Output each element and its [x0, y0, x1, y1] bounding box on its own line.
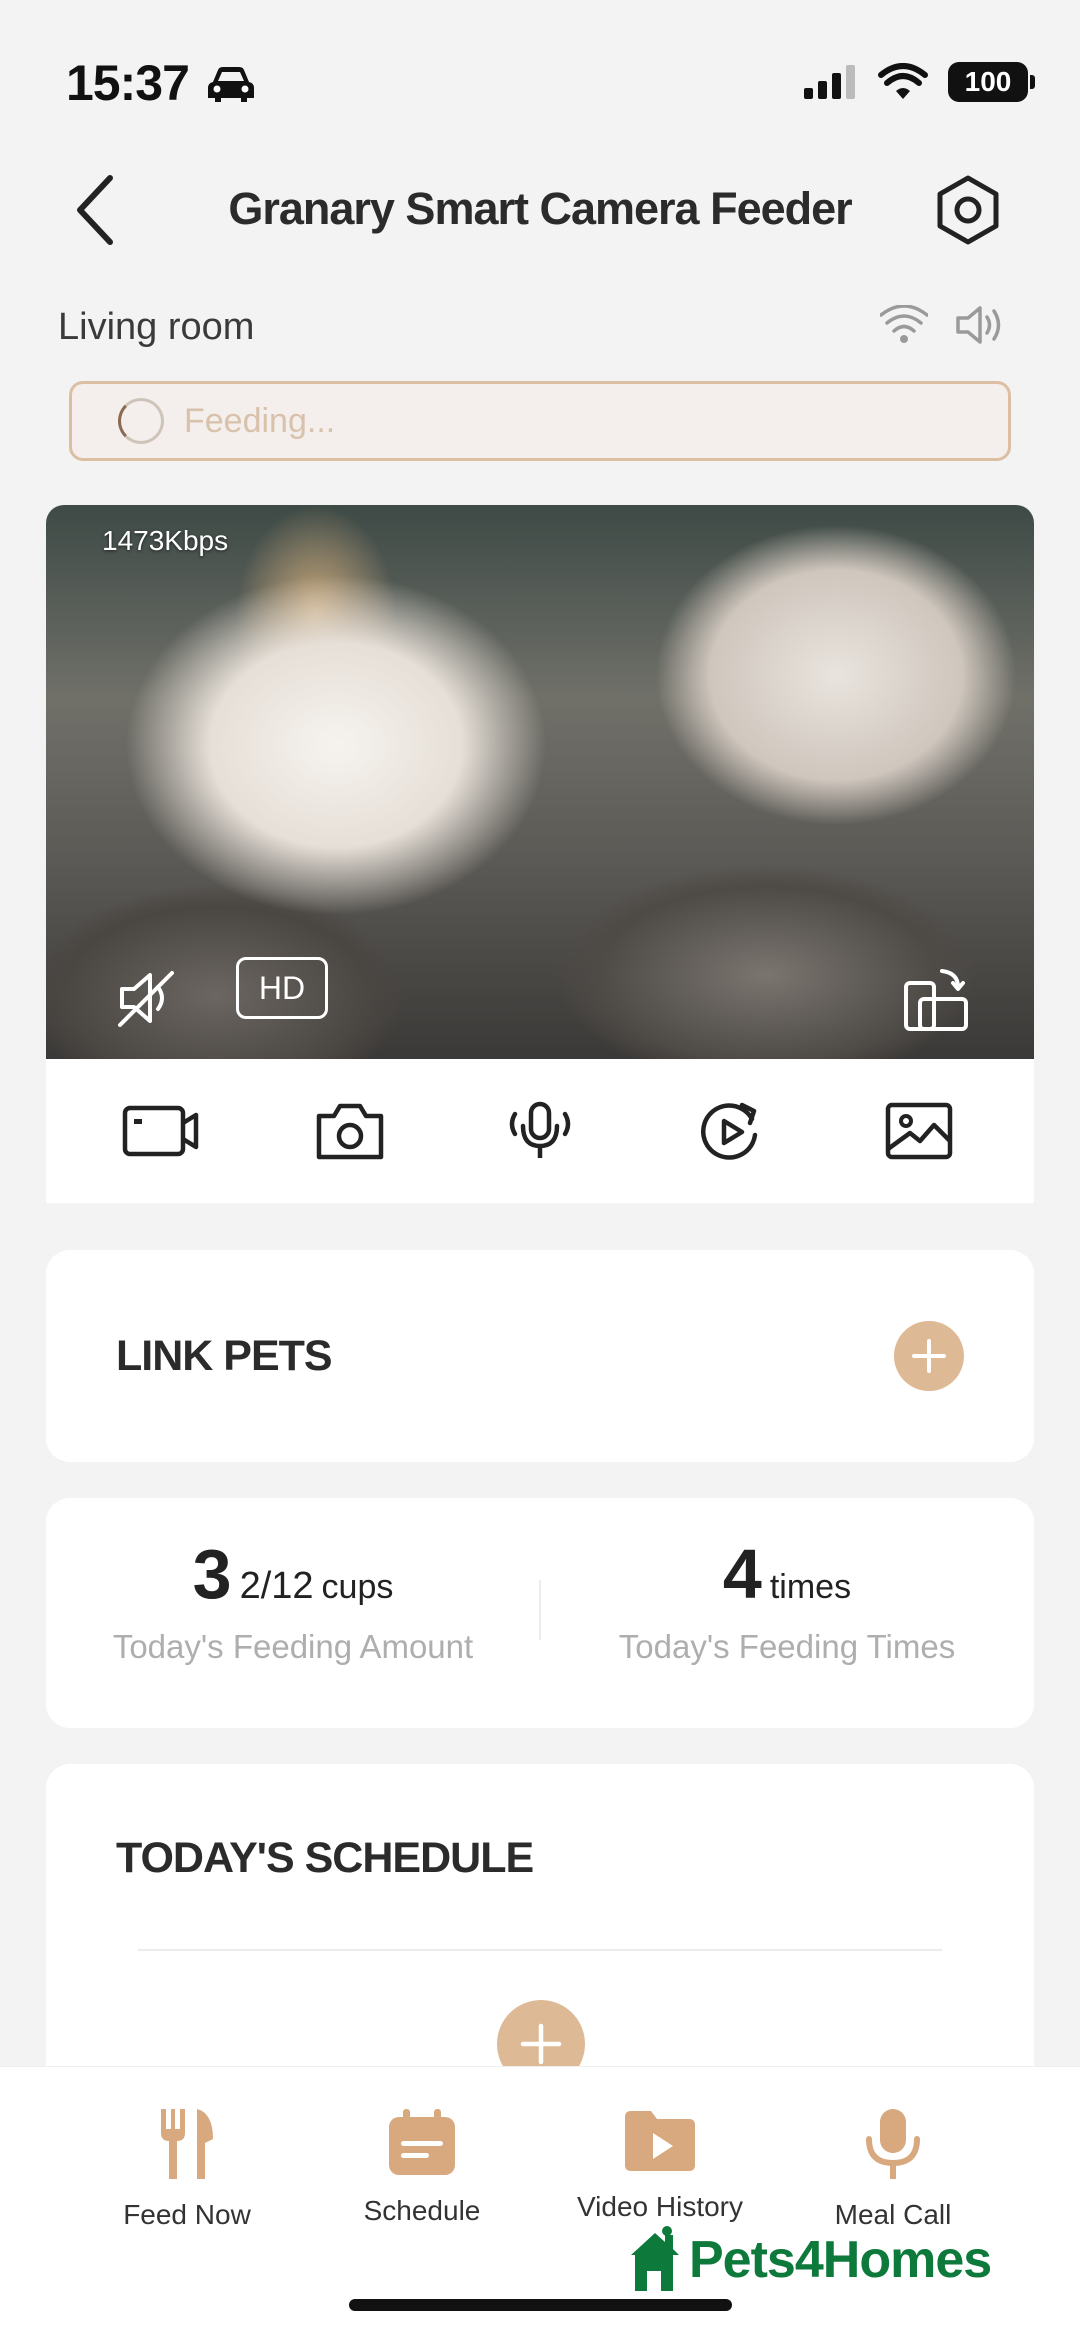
speaker-muted-icon [118, 971, 174, 1027]
calendar-icon [389, 2109, 455, 2175]
back-button[interactable] [66, 172, 126, 248]
playback-button[interactable] [689, 1090, 771, 1172]
home-indicator[interactable] [349, 2299, 732, 2311]
wifi-icon [880, 305, 928, 343]
schedule-card: TODAY'S SCHEDULE [46, 1764, 1034, 2094]
rotate-screen-button[interactable] [900, 965, 972, 1037]
replay-icon [700, 1102, 757, 1160]
times-unit: times [769, 1568, 852, 1606]
video-mute-button[interactable] [114, 965, 180, 1031]
settings-button[interactable] [930, 172, 1006, 248]
feeding-times-stat: 4 times Today's Feeding Times [540, 1534, 1034, 1666]
schedule-title: TODAY'S SCHEDULE [116, 1834, 534, 1882]
microphone-icon [866, 2109, 920, 2179]
image-gallery-icon [885, 1102, 953, 1160]
live-video-feed[interactable]: 1473Kbps HD [46, 505, 1034, 1059]
hd-quality-button[interactable]: HD [236, 957, 328, 1019]
speaker-icon [956, 306, 1001, 344]
pets4homes-logo-icon [631, 2226, 679, 2291]
nav-meal-call[interactable]: Meal Call [783, 2107, 1003, 2231]
feeding-amount-stat: 3 2/12 cups Today's Feeding Amount [46, 1534, 540, 1666]
nav-video-history[interactable]: Video History [550, 2107, 770, 2223]
link-pets-card: LINK PETS [46, 1250, 1034, 1462]
snapshot-button[interactable] [309, 1090, 391, 1172]
amount-fraction: 2/12 [239, 1565, 314, 1607]
camera-toolbar [46, 1059, 1034, 1203]
intercom-icon [509, 1101, 571, 1158]
nav-feed-now-label: Feed Now [123, 2199, 251, 2230]
status-time: 15:37 [66, 55, 190, 111]
car-icon [205, 64, 257, 109]
camera-icon [317, 1103, 384, 1160]
schedule-divider [138, 1949, 942, 1951]
feeding-stats-card: 3 2/12 cups Today's Feeding Amount 4 tim… [46, 1498, 1034, 1728]
room-label: Living room [58, 306, 255, 348]
nav-feed-now[interactable]: Feed Now [77, 2107, 297, 2231]
loading-spinner-icon [118, 398, 164, 444]
rotate-screen-icon [904, 969, 968, 1031]
times-label: Today's Feeding Times [618, 1628, 956, 1665]
talk-button[interactable] [499, 1090, 581, 1172]
signal-icon [804, 65, 855, 99]
link-pets-title: LINK PETS [116, 1332, 333, 1380]
nav-schedule[interactable]: Schedule [312, 2107, 532, 2227]
battery-indicator: 100 [948, 62, 1035, 102]
times-value: 4 [722, 1535, 762, 1613]
fork-knife-icon [161, 2109, 213, 2179]
nav-video-history-label: Video History [576, 2191, 743, 2222]
amount-unit: cups [321, 1568, 394, 1606]
watermark-text: Pets4Homes [689, 2231, 992, 2289]
feeding-status-text: Feeding... [184, 401, 336, 440]
add-pet-button[interactable] [894, 1321, 964, 1391]
plus-icon [912, 1339, 946, 1373]
wifi-icon [878, 63, 928, 99]
amount-whole: 3 [192, 1535, 232, 1613]
plus-icon [520, 2023, 562, 2065]
status-right: 100 [802, 62, 1035, 102]
gallery-button[interactable] [878, 1090, 960, 1172]
watermark: Pets4Homes [625, 2225, 992, 2295]
amount-label: Today's Feeding Amount [112, 1628, 474, 1665]
bitrate-label: 1473Kbps [102, 525, 229, 556]
video-camera-icon [122, 1105, 199, 1157]
feeding-status-bar: Feeding... [69, 381, 1011, 461]
gear-icon [937, 175, 999, 245]
video-folder-icon [625, 2111, 695, 2171]
record-button[interactable] [120, 1090, 202, 1172]
chevron-left-icon [77, 175, 113, 245]
device-status-icons [880, 304, 1006, 346]
nav-schedule-label: Schedule [363, 2195, 481, 2226]
page-title: Granary Smart Camera Feeder [228, 183, 852, 234]
